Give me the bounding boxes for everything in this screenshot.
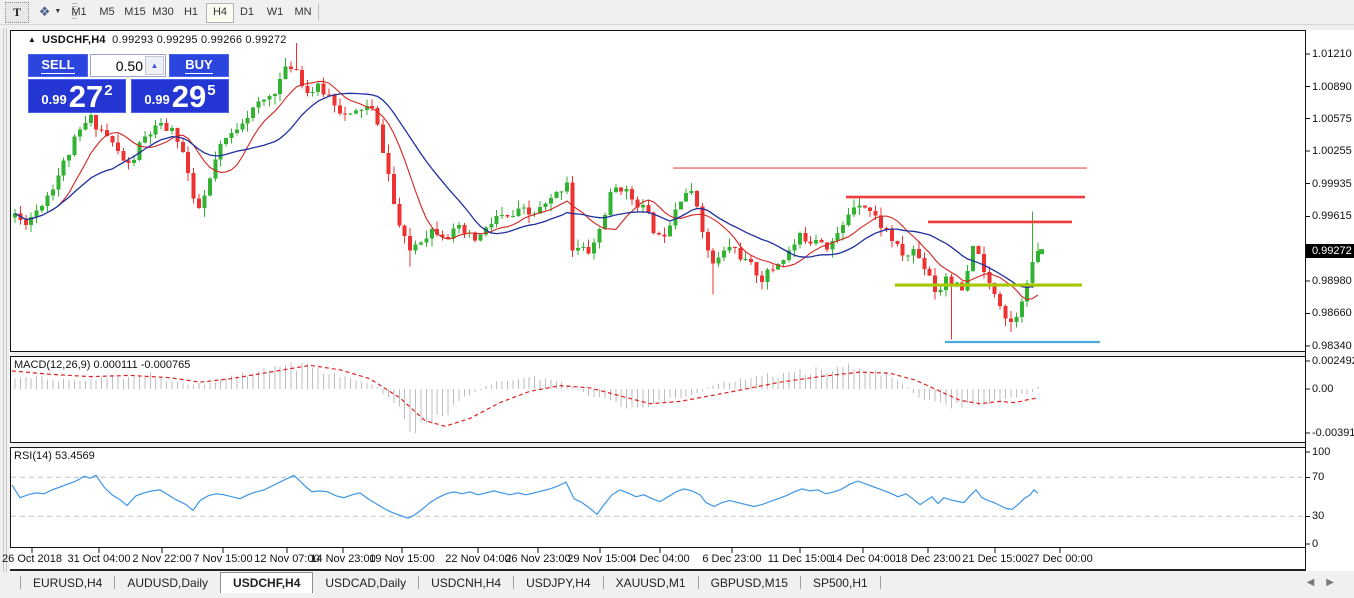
chart-tab-usdcnh[interactable]: USDCNH,H4: [419, 573, 513, 593]
price-axis-tick: 0.98340: [1312, 340, 1352, 352]
timeframe-button-m15[interactable]: M15: [122, 3, 148, 21]
tab-separator: [880, 576, 881, 589]
price-axis-tick: 0.98980: [1312, 275, 1352, 287]
price-axis-tick: 0.99935: [1312, 178, 1352, 190]
macd-axis-tick: 0.00: [1312, 383, 1333, 395]
date-axis-label: 27 Dec 00:00: [1027, 553, 1092, 565]
timeframe-button-h4[interactable]: H4: [206, 3, 234, 23]
volume-increase-button[interactable]: ▲: [145, 56, 164, 75]
text-tool-button[interactable]: T: [5, 2, 29, 23]
buy-price-prefix: 0.99: [144, 92, 169, 107]
status-strip: [0, 593, 1354, 598]
date-axis-label: 11 Dec 15:00: [768, 553, 833, 565]
date-axis-label: 19 Nov 15:00: [369, 553, 434, 565]
macd-axis-tick: 0.002492: [1312, 355, 1354, 367]
chart-tab-usdcad[interactable]: USDCAD,Daily: [313, 573, 418, 593]
sell-price-display[interactable]: 0.99 27 2: [28, 79, 126, 113]
date-axis-label: 31 Oct 04:00: [68, 553, 131, 565]
buy-price-display[interactable]: 0.99 29 5: [131, 79, 229, 113]
macd-axis-tick: -0.003913: [1312, 427, 1354, 439]
rsi-axis-tick: 100: [1312, 446, 1330, 458]
chevron-down-icon: ▼: [54, 8, 61, 15]
rsi-axis-tick: 30: [1312, 510, 1324, 522]
price-axis-column[interactable]: [1306, 30, 1354, 571]
date-axis-label: 2 Nov 22:00: [132, 553, 191, 565]
chart-tab-xauusd[interactable]: XAUUSD,M1: [604, 573, 698, 593]
date-axis-label: 14 Nov 23:00: [310, 553, 375, 565]
timeframe-button-d1[interactable]: D1: [234, 3, 260, 21]
one-click-trading-panel: SELL ▼ 0.50 ▲ BUY 0.99 27 2 0.99 29 5: [28, 54, 229, 113]
buy-price-pips: 29: [172, 82, 206, 112]
symbol-ohlc-values: 0.99293 0.99295 0.99266 0.99272: [112, 34, 286, 46]
sell-button[interactable]: SELL: [28, 54, 88, 77]
price-axis-tick: 1.01210: [1312, 48, 1352, 60]
volume-value: 0.50: [116, 58, 143, 74]
tab-scroll-right-icon[interactable]: ▶: [1326, 577, 1346, 588]
current-price-badge: 0.99272: [1306, 244, 1354, 258]
timeframe-button-m30[interactable]: M30: [150, 3, 176, 21]
timeframe-button-mn[interactable]: MN: [290, 3, 316, 21]
date-axis-label: 18 Dec 23:00: [895, 553, 960, 565]
arrange-icon: ❖: [39, 4, 51, 20]
price-axis-tick: 1.00890: [1312, 81, 1352, 93]
sell-price-prefix: 0.99: [41, 92, 66, 107]
price-axis-tick: 1.00255: [1312, 145, 1352, 157]
timeframe-button-w1[interactable]: W1: [262, 3, 288, 21]
chart-tab-gbpusd[interactable]: GBPUSD,M15: [699, 573, 800, 593]
date-axis-label: 29 Nov 15:00: [567, 553, 632, 565]
symbol-name: USDCHF,H4: [42, 34, 106, 46]
sell-price-point: 2: [104, 82, 112, 99]
price-axis-tick: 0.98660: [1312, 307, 1352, 319]
timeframe-button-h1[interactable]: H1: [178, 3, 204, 21]
date-axis-label: 26 Nov 23:00: [505, 553, 570, 565]
chart-tab-bar: EURUSD,H4AUDUSD,DailyUSDCHF,H4USDCAD,Dai…: [0, 572, 1354, 594]
mt-terminal-window: T ❖ ▼ M1M5M15M30H1H4D1W1MN ▲ USDCHF,H4 0.…: [0, 0, 1354, 598]
collapse-arrow-icon[interactable]: ▲: [28, 35, 36, 44]
timeframes-toolbar: T ❖ ▼ M1M5M15M30H1H4D1W1MN: [0, 0, 1354, 25]
arrange-windows-button[interactable]: ❖ ▼: [33, 2, 67, 21]
sell-price-pips: 27: [69, 82, 103, 112]
price-axis-tick: 0.99615: [1312, 210, 1352, 222]
chart-tab-sp500[interactable]: SP500,H1: [801, 573, 880, 593]
buy-price-point: 5: [207, 82, 215, 99]
date-axis-label: 14 Dec 04:00: [830, 553, 895, 565]
tab-scroll-left-icon[interactable]: ◀: [1307, 577, 1327, 588]
chart-tab-eurusd[interactable]: EURUSD,H4: [21, 573, 114, 593]
date-axis-label: 7 Nov 15:00: [193, 553, 252, 565]
symbol-header: ▲ USDCHF,H4 0.99293 0.99295 0.99266 0.992…: [28, 34, 287, 46]
macd-label: MACD(12,26,9) 0.000111 -0.000765: [14, 359, 190, 371]
chart-tab-audusd[interactable]: AUDUSD,Daily: [115, 573, 220, 593]
chart-tab-usdjpy[interactable]: USDJPY,H4: [514, 573, 602, 593]
timeframe-button-m1[interactable]: M1: [66, 3, 92, 21]
rsi-axis-tick: 0: [1312, 538, 1318, 550]
date-axis-label: 4 Dec 04:00: [630, 553, 689, 565]
date-axis-label: 22 Nov 04:00: [445, 553, 510, 565]
date-axis-label: 21 Dec 15:00: [962, 553, 1027, 565]
timeframe-button-m5[interactable]: M5: [94, 3, 120, 21]
date-axis-label: 6 Dec 23:00: [702, 553, 761, 565]
rsi-label: RSI(14) 53.4569: [14, 450, 95, 462]
toolbar-separator: [318, 3, 319, 21]
tab-scroll-arrows: ◀▶: [1307, 577, 1346, 588]
rsi-panel[interactable]: [10, 447, 1306, 548]
buy-button[interactable]: BUY: [169, 54, 229, 77]
chart-tab-usdchf[interactable]: USDCHF,H4: [220, 572, 313, 593]
macd-panel[interactable]: [10, 356, 1306, 443]
date-axis-label: 26 Oct 2018: [2, 553, 62, 565]
price-axis-tick: 1.00575: [1312, 113, 1352, 125]
rsi-axis-tick: 70: [1312, 471, 1324, 483]
